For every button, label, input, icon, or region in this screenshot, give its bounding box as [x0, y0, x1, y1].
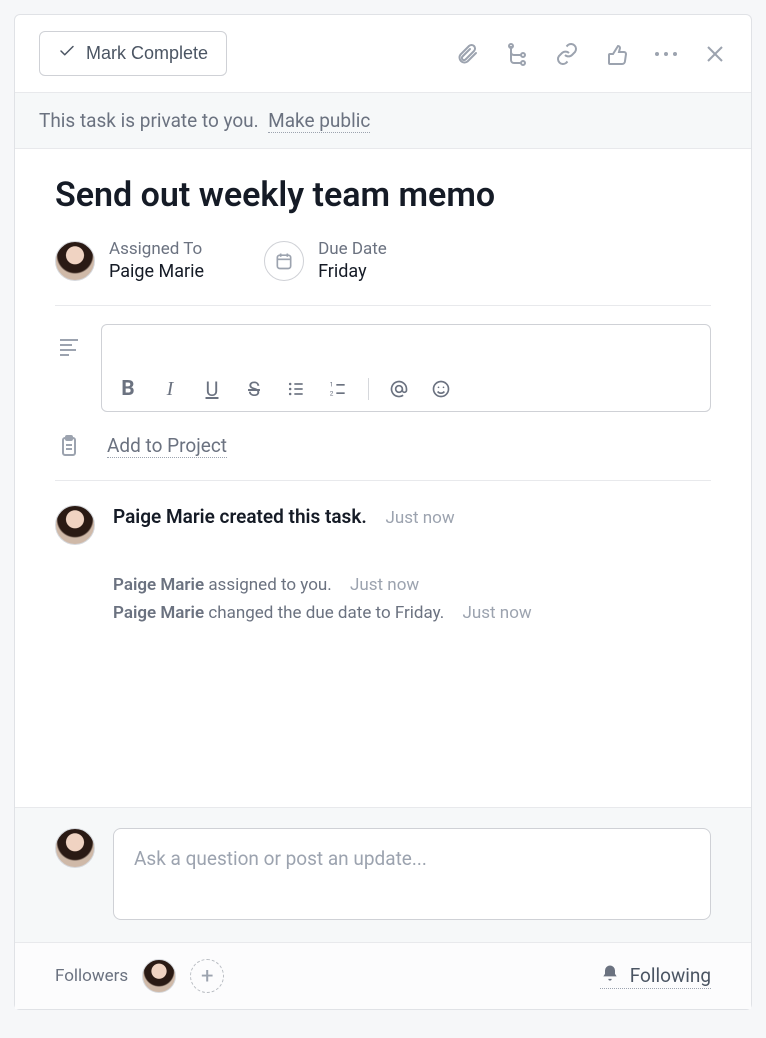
italic-button[interactable]: I: [158, 377, 182, 401]
activity-feed: Paige Marie created this task. Just now …: [55, 481, 711, 623]
like-icon[interactable]: [605, 42, 629, 66]
following-label: Following: [630, 964, 711, 987]
link-icon[interactable]: [555, 42, 579, 66]
assignee-field[interactable]: Assigned To Paige Marie: [55, 238, 204, 283]
assignee-avatar: [55, 241, 95, 281]
composer-avatar: [55, 828, 95, 868]
svg-text:2: 2: [330, 390, 334, 398]
make-public-link[interactable]: Make public: [268, 109, 370, 133]
followers-footer: Followers + Following: [15, 942, 751, 1009]
check-icon: [58, 42, 76, 65]
activity-time: Just now: [385, 508, 454, 528]
mention-button[interactable]: [387, 377, 411, 401]
task-detail-panel: Mark Complete This task is privat: [14, 14, 752, 1010]
bell-icon: [600, 963, 620, 988]
add-to-project-link[interactable]: Add to Project: [107, 434, 227, 458]
calendar-icon: [264, 241, 304, 281]
task-meta-row: Assigned To Paige Marie Due Date Friday: [55, 238, 711, 306]
activity-avatar: [55, 505, 95, 545]
activity-sub-item: Paige Marie changed the due date to Frid…: [113, 603, 711, 623]
due-date-field[interactable]: Due Date Friday: [264, 238, 387, 283]
activity-sub-items: Paige Marie assigned to you. Just now Pa…: [113, 575, 711, 623]
bullet-list-button[interactable]: [284, 377, 308, 401]
mark-complete-button[interactable]: Mark Complete: [39, 31, 227, 76]
following-toggle[interactable]: Following: [600, 963, 711, 989]
assignee-name: Paige Marie: [109, 260, 204, 283]
more-icon[interactable]: [655, 52, 677, 56]
underline-button[interactable]: U: [200, 377, 224, 401]
activity-item: Paige Marie created this task. Just now: [55, 505, 711, 545]
numbered-list-button[interactable]: 12: [326, 377, 350, 401]
assigned-to-label: Assigned To: [109, 238, 204, 260]
task-title[interactable]: Send out weekly team memo: [55, 175, 711, 216]
align-left-icon: [55, 324, 83, 358]
toolbar-actions: [455, 42, 727, 66]
due-date-value: Friday: [318, 260, 387, 283]
description-editor[interactable]: B I U S 12: [101, 324, 711, 412]
toolbar-separator: [368, 378, 369, 400]
privacy-text: This task is private to you.: [39, 109, 259, 132]
add-follower-button[interactable]: +: [190, 959, 224, 993]
bold-button[interactable]: B: [116, 377, 140, 401]
svg-text:1: 1: [330, 381, 334, 389]
close-icon[interactable]: [703, 42, 727, 66]
attachment-icon[interactable]: [455, 42, 479, 66]
project-section: Add to Project: [55, 434, 711, 481]
comment-composer: [15, 807, 751, 942]
mark-complete-label: Mark Complete: [86, 43, 208, 64]
emoji-button[interactable]: [429, 377, 453, 401]
editor-toolbar: B I U S 12: [102, 369, 710, 411]
activity-sub-item: Paige Marie assigned to you. Just now: [113, 575, 711, 595]
followers-label: Followers: [55, 966, 128, 986]
strikethrough-button[interactable]: S: [242, 377, 266, 401]
comment-input[interactable]: [113, 828, 711, 920]
privacy-banner: This task is private to you. Make public: [15, 93, 751, 149]
task-body: Send out weekly team memo Assigned To Pa…: [15, 149, 751, 807]
subtasks-icon[interactable]: [505, 42, 529, 66]
activity-actor: Paige Marie: [113, 505, 215, 528]
description-input[interactable]: [102, 325, 710, 369]
task-toolbar: Mark Complete: [15, 15, 751, 93]
follower-avatar[interactable]: [142, 959, 176, 993]
description-section: B I U S 12: [55, 306, 711, 434]
due-date-label: Due Date: [318, 238, 387, 260]
clipboard-icon: [55, 434, 83, 458]
